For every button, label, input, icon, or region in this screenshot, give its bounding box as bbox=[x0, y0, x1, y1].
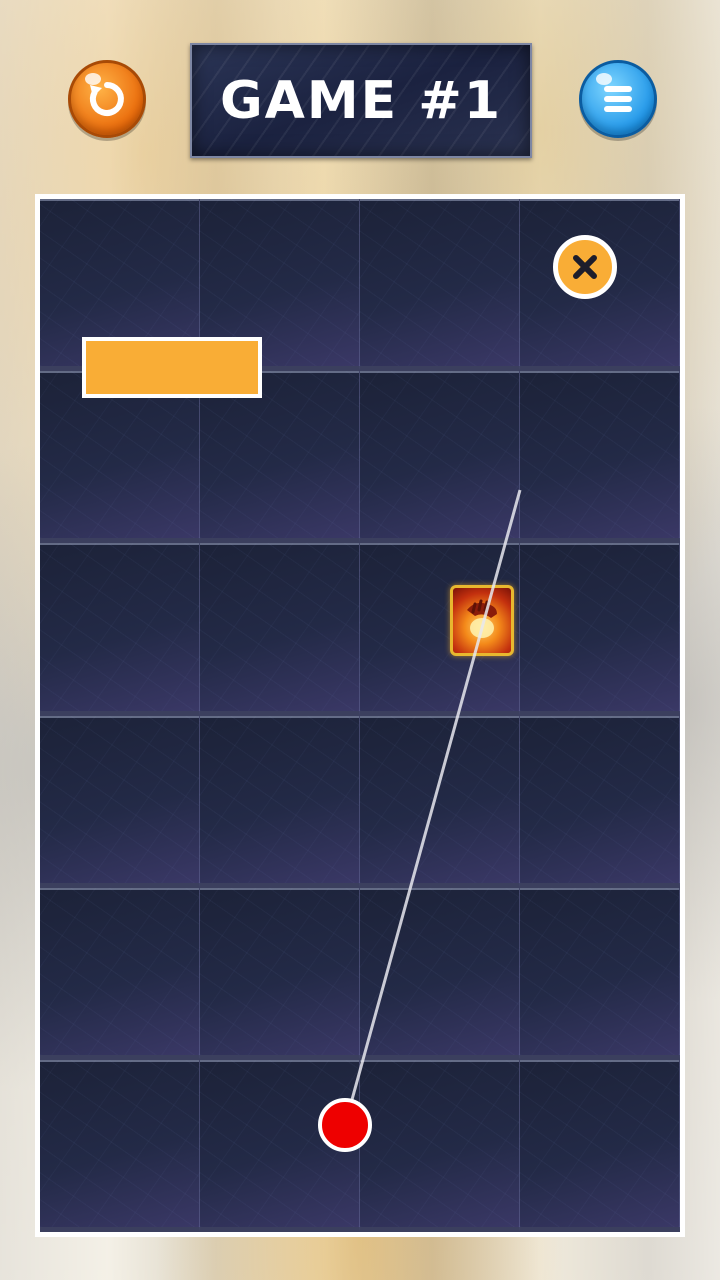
menu-button[interactable] bbox=[579, 60, 657, 138]
board-tile bbox=[200, 543, 360, 716]
fire-hand-card[interactable] bbox=[450, 585, 514, 656]
close-button[interactable] bbox=[553, 235, 617, 299]
close-icon bbox=[573, 255, 597, 279]
board-tile bbox=[360, 715, 520, 888]
page-title: GAME #1 bbox=[219, 70, 503, 131]
button-gloss bbox=[596, 73, 612, 85]
board-tile bbox=[520, 543, 680, 716]
board-tile bbox=[200, 715, 360, 888]
fire-hand-card-icon bbox=[467, 599, 497, 638]
board-tile bbox=[520, 1059, 680, 1232]
board-tile bbox=[520, 887, 680, 1060]
restart-icon bbox=[89, 82, 124, 116]
paddle-bar[interactable] bbox=[82, 337, 262, 398]
board-tile bbox=[520, 715, 680, 888]
board-tile bbox=[200, 887, 360, 1060]
menu-icon bbox=[604, 86, 632, 112]
board-tile bbox=[360, 199, 520, 372]
red-ball[interactable] bbox=[318, 1098, 372, 1152]
board-tile bbox=[360, 371, 520, 544]
button-gloss bbox=[85, 73, 101, 85]
board-tile bbox=[520, 371, 680, 544]
title-plate: GAME #1 bbox=[190, 43, 532, 158]
board-tile bbox=[40, 887, 200, 1060]
board-tile bbox=[40, 543, 200, 716]
board-tile bbox=[360, 1059, 520, 1232]
board-tile bbox=[40, 715, 200, 888]
board-tile bbox=[360, 887, 520, 1060]
restart-button[interactable] bbox=[68, 60, 146, 138]
board-tile bbox=[40, 1059, 200, 1232]
